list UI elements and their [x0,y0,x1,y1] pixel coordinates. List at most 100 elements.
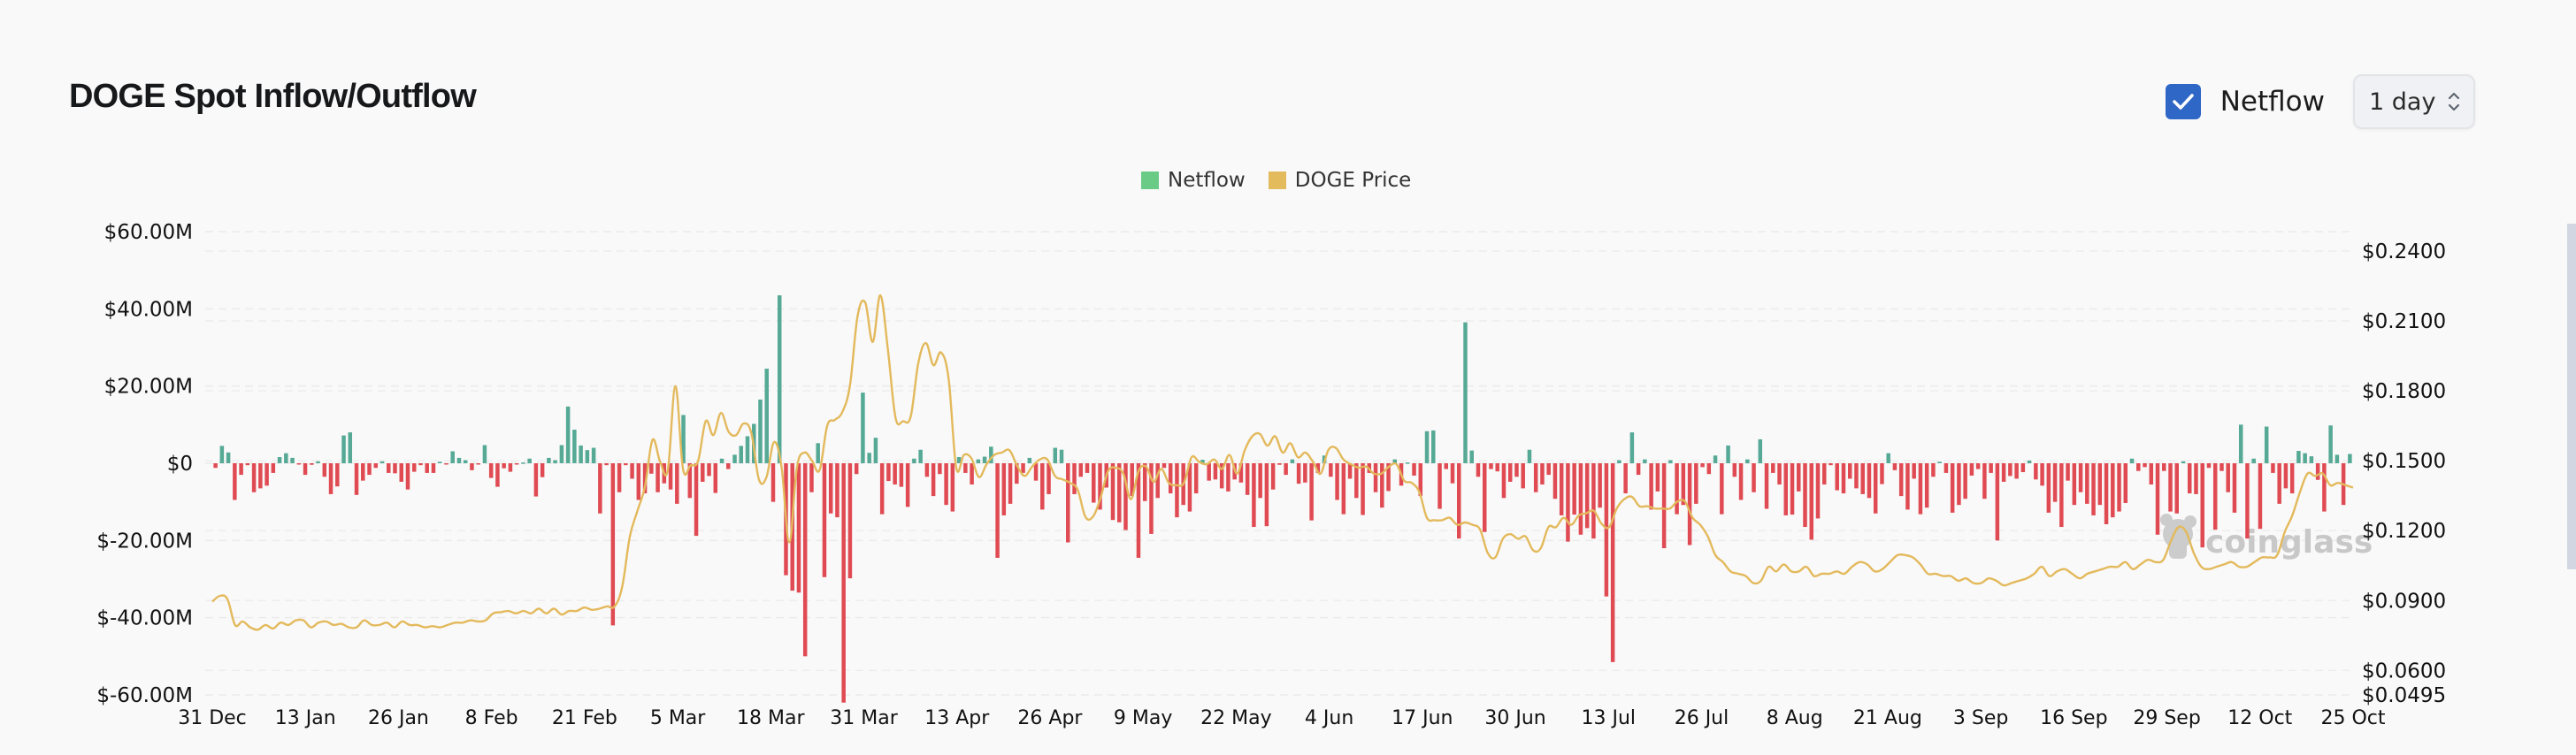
netflow-bar[interactable] [1476,463,1481,477]
netflow-bar[interactable] [675,463,679,504]
netflow-bar[interactable] [924,463,930,477]
netflow-bar[interactable] [873,438,878,463]
netflow-bar[interactable] [2078,463,2083,492]
netflow-bar[interactable] [2194,463,2198,494]
netflow-bar[interactable] [841,463,846,703]
netflow-bar[interactable] [1732,463,1737,477]
netflow-bar[interactable] [764,369,769,463]
netflow-bar[interactable] [1290,459,1295,463]
netflow-bar[interactable] [1649,463,1653,510]
netflow-bar[interactable] [335,463,340,487]
netflow-bar[interactable] [1975,463,1981,469]
netflow-bar[interactable] [598,463,602,514]
netflow-bar[interactable] [2283,463,2288,489]
netflow-bar[interactable] [1303,463,1307,483]
netflow-bar[interactable] [533,463,539,497]
netflow-bar[interactable] [354,463,359,495]
netflow-bar[interactable] [1969,463,1974,476]
netflow-bar[interactable] [303,463,308,476]
netflow-bar[interactable] [1406,462,1410,464]
netflow-bar[interactable] [1078,463,1084,477]
netflow-bar[interactable] [213,463,218,469]
netflow-bar[interactable] [1706,463,1712,475]
page-scrollbar[interactable] [2567,224,2576,569]
netflow-bar[interactable] [2258,463,2263,530]
netflow-bar[interactable] [1629,432,1635,463]
netflow-bar[interactable] [482,445,487,463]
netflow-bar[interactable] [1694,463,1698,504]
netflow-bar[interactable] [2328,425,2333,463]
netflow-bar[interactable] [2212,463,2218,530]
netflow-bar[interactable] [450,451,455,463]
netflow-bar[interactable] [1116,463,1122,522]
netflow-bar[interactable] [2168,463,2173,512]
netflow-bar[interactable] [899,463,904,487]
netflow-bar[interactable] [2027,460,2032,463]
netflow-bar[interactable] [527,458,532,463]
netflow-bar[interactable] [1623,463,1628,494]
netflow-bar[interactable] [1438,463,1442,509]
netflow-bar[interactable] [1797,463,1801,492]
netflow-bar[interactable] [361,463,365,481]
netflow-bar[interactable] [630,463,634,479]
netflow-bar[interactable] [893,463,897,485]
netflow-bar[interactable] [1764,463,1769,509]
netflow-bar[interactable] [944,463,948,506]
netflow-bar[interactable] [745,436,750,463]
netflow-bar[interactable] [1027,457,1032,463]
netflow-bar[interactable] [1277,463,1282,465]
netflow-bar[interactable] [393,463,397,474]
netflow-bar[interactable] [316,461,320,463]
netflow-bar[interactable] [2143,463,2147,468]
netflow-bar[interactable] [1655,463,1660,492]
netflow-bar[interactable] [411,463,417,472]
netflow-bar[interactable] [2072,463,2077,506]
netflow-bar[interactable] [1258,463,1262,499]
netflow-bar[interactable] [2052,463,2058,502]
netflow-bar[interactable] [1828,463,1833,466]
netflow-bar[interactable] [713,463,718,493]
netflow-bar[interactable] [835,463,840,518]
netflow-bar[interactable] [258,463,263,489]
netflow-bar[interactable] [1450,463,1455,484]
netflow-bar[interactable] [777,295,782,463]
netflow-bar[interactable] [1533,463,1538,492]
netflow-bar[interactable] [1361,463,1365,515]
netflow-bar[interactable] [2303,453,2307,463]
netflow-bar[interactable] [1578,463,1583,535]
netflow-bar[interactable] [2200,463,2204,548]
netflow-bar[interactable] [931,463,936,497]
netflow-bar[interactable] [1752,463,1756,492]
netflow-bar[interactable] [2097,463,2103,506]
netflow-bar[interactable] [1847,463,1852,479]
netflow-bar[interactable] [322,463,327,477]
netflow-bar[interactable] [1898,463,1904,497]
netflow-bar[interactable] [2220,463,2224,471]
netflow-bar[interactable] [796,463,801,593]
netflow-bar[interactable] [1092,463,1096,503]
netflow-bar[interactable] [732,454,737,463]
netflow-bar[interactable] [1033,463,1039,481]
netflow-bar[interactable] [2085,463,2089,504]
netflow-bar[interactable] [1495,463,1499,472]
netflow-bar[interactable] [802,463,808,657]
netflow-bar[interactable] [2277,463,2281,504]
netflow-bar[interactable] [1252,463,1256,528]
netflow-bar[interactable] [1162,463,1167,469]
netflow-bar[interactable] [1931,463,1936,477]
netflow-bar[interactable] [226,452,231,463]
netflow-bar[interactable] [1072,463,1077,494]
netflow-bar[interactable] [1559,463,1564,515]
netflow-bar[interactable] [1617,460,1622,463]
netflow-bar[interactable] [1790,463,1795,515]
netflow-bar[interactable] [822,463,827,577]
netflow-bar[interactable] [886,463,891,482]
netflow-bar[interactable] [1207,463,1211,481]
netflow-bar[interactable] [739,446,744,463]
netflow-bar[interactable] [1309,463,1314,521]
netflow-bar[interactable] [2226,463,2230,492]
netflow-bar[interactable] [604,463,609,466]
netflow-bar[interactable] [2245,463,2250,539]
netflow-bar[interactable] [2014,463,2019,479]
netflow-bar[interactable] [296,463,302,465]
